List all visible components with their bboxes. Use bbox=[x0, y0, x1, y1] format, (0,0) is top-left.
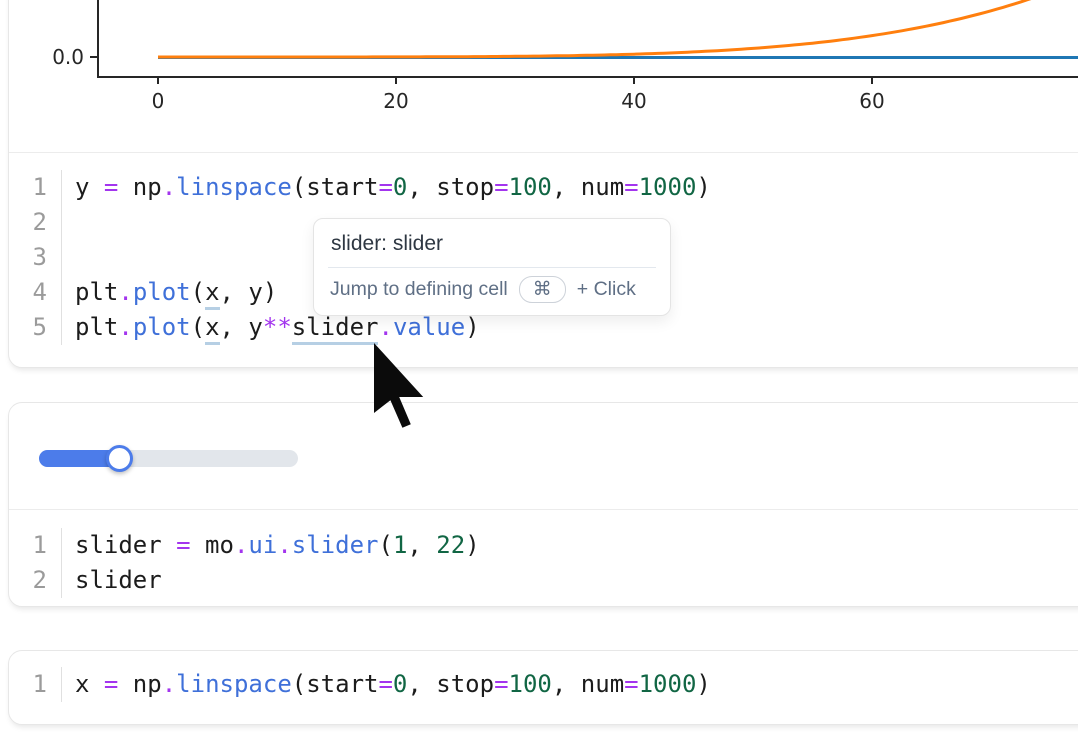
command-key-icon: ⌘ bbox=[519, 276, 566, 303]
line-number: 5 bbox=[9, 310, 62, 345]
svg-text:0: 0 bbox=[152, 89, 165, 113]
code-text: plt.plot(x, y) bbox=[62, 275, 277, 310]
line-number: 3 bbox=[9, 240, 62, 275]
line-number: 4 bbox=[9, 275, 62, 310]
code-text: x = np.linspace(start=0, stop=100, num=1… bbox=[62, 667, 711, 702]
svg-text:60: 60 bbox=[859, 89, 884, 113]
line-number: 1 bbox=[9, 667, 62, 702]
code-editor-slider[interactable]: 1slider = mo.ui.slider(1, 22)2slider bbox=[9, 510, 1078, 606]
code-line[interactable]: 1slider = mo.ui.slider(1, 22) bbox=[9, 528, 1078, 563]
code-line[interactable]: 1x = np.linspace(start=0, stop=100, num=… bbox=[9, 667, 1078, 702]
svg-text:20: 20 bbox=[383, 89, 408, 113]
line-number: 2 bbox=[9, 563, 62, 598]
code-text: slider = mo.ui.slider(1, 22) bbox=[62, 528, 480, 563]
variable-tooltip: slider: slider Jump to defining cell ⌘ +… bbox=[313, 218, 671, 316]
matplotlib-figure: 0 20 40 60 0.0 bbox=[9, 0, 1078, 152]
slider-handle[interactable] bbox=[106, 445, 133, 472]
svg-text:40: 40 bbox=[621, 89, 646, 113]
code-text: slider bbox=[62, 563, 162, 598]
cell-x: 1x = np.linspace(start=0, stop=100, num=… bbox=[8, 650, 1078, 725]
notebook-canvas: 02040600.0 1y = np.linspace(start=0, sto… bbox=[0, 0, 1078, 746]
tooltip-footer: Jump to defining cell ⌘ + Click bbox=[314, 268, 670, 315]
cell-slider: 1slider = mo.ui.slider(1, 22)2slider bbox=[8, 402, 1078, 607]
mouse-cursor-icon bbox=[374, 343, 426, 431]
tooltip-title: slider: slider bbox=[314, 219, 670, 267]
code-line[interactable]: 1y = np.linspace(start=0, stop=100, num=… bbox=[9, 170, 1078, 205]
slider-track[interactable] bbox=[39, 450, 298, 467]
code-editor-x[interactable]: 1x = np.linspace(start=0, stop=100, num=… bbox=[9, 651, 1078, 724]
line-number: 2 bbox=[9, 205, 62, 240]
code-text bbox=[62, 205, 75, 240]
plot-output: 0 20 40 60 0.0 bbox=[9, 0, 1078, 152]
code-line[interactable]: 2slider bbox=[9, 563, 1078, 598]
code-text: y = np.linspace(start=0, stop=100, num=1… bbox=[62, 170, 711, 205]
slider-output bbox=[9, 403, 1078, 509]
line-number: 1 bbox=[9, 528, 62, 563]
tooltip-click-hint: + Click bbox=[577, 278, 636, 301]
svg-text:0.0: 0.0 bbox=[52, 45, 84, 69]
line-number: 1 bbox=[9, 170, 62, 205]
tooltip-action-label: Jump to defining cell bbox=[330, 278, 508, 301]
code-text bbox=[62, 240, 75, 275]
